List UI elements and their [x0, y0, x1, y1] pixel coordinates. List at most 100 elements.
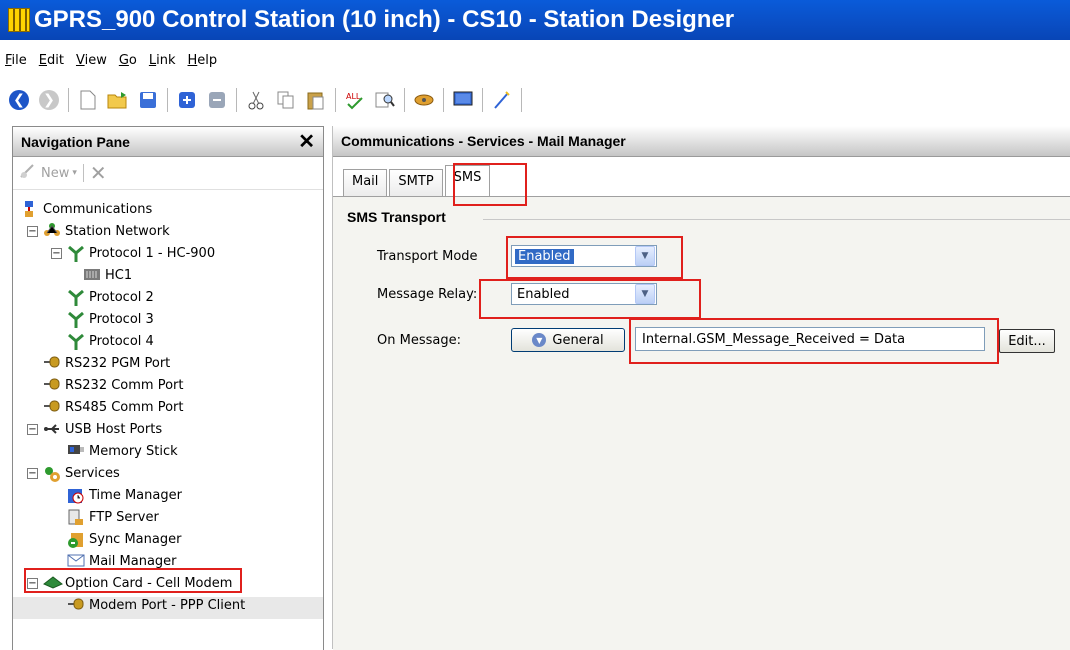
monitor-icon[interactable] [452, 89, 474, 111]
protocol-icon [67, 245, 85, 262]
wand-icon[interactable] [491, 89, 513, 111]
find-icon[interactable] [374, 89, 396, 111]
title-bar: GPRS_900 Control Station (10 inch) - CS1… [0, 0, 1070, 40]
chevron-down-icon[interactable]: ▼ [635, 246, 655, 266]
tab-sms[interactable]: SMS [444, 165, 491, 196]
back-icon[interactable]: ❮ [8, 89, 30, 111]
sms-tab-panel: SMS Transport Transport Mode Enabled ▼ M… [333, 196, 1070, 650]
tree-item-mail-manager[interactable]: Mail Manager [67, 550, 177, 572]
tree-item-rs485-comm-port[interactable]: RS485 Comm Port [43, 396, 184, 418]
ftp-server-icon [67, 509, 85, 525]
tab-smtp[interactable]: SMTP [389, 169, 443, 196]
cut-icon[interactable] [245, 89, 267, 111]
tree-item-hc1[interactable]: HC1 [83, 264, 132, 286]
menu-view[interactable]: View [71, 53, 114, 68]
tree-item-label: RS232 PGM Port [65, 355, 171, 371]
tree-item-ftp-server[interactable]: FTP Server [67, 506, 159, 528]
menu-help[interactable]: Help [183, 53, 225, 68]
open-icon[interactable] [107, 89, 129, 111]
tree-item-label: Memory Stick [89, 443, 178, 459]
general-button-label: General [552, 332, 604, 348]
tree-item-label: USB Host Ports [65, 421, 163, 437]
group-divider [483, 219, 1070, 220]
transport-mode-value: Enabled [515, 248, 574, 264]
message-relay-select[interactable]: Enabled ▼ [511, 283, 657, 305]
menu-file[interactable]: File [0, 53, 34, 68]
tree-item-label: FTP Server [89, 509, 159, 525]
port-icon [43, 355, 61, 371]
import-icon[interactable] [176, 89, 198, 111]
tree-item-protocol-3[interactable]: Protocol 3 [67, 308, 154, 330]
tree-item-rs232-pgm-port[interactable]: RS232 PGM Port [43, 352, 170, 374]
toolbar-separator [167, 88, 168, 112]
toolbar-separator [482, 88, 483, 112]
transport-mode-label: Transport Mode [377, 249, 478, 264]
tree-item-protocol-2[interactable]: Protocol 2 [67, 286, 154, 308]
tree-item-option-card-cell-modem[interactable]: Option Card - Cell Modem [43, 572, 232, 594]
navigation-pane-title: Navigation Pane [21, 133, 130, 150]
transport-mode-select[interactable]: Enabled ▼ [511, 245, 657, 267]
save-icon[interactable] [137, 89, 159, 111]
tree-item-label: Station Network [65, 223, 170, 239]
protocol-icon [67, 289, 85, 306]
tree-item-label: Services [65, 465, 120, 481]
tree-item-label: Protocol 3 [89, 311, 154, 327]
tree-item-label: Modem Port - PPP Client [89, 597, 246, 613]
general-category-button[interactable]: ▼ General [511, 328, 625, 352]
window-title: GPRS_900 Control Station (10 inch) - CS1… [34, 6, 735, 33]
content-pane: Communications - Services - Mail Manager… [332, 126, 1070, 650]
new-item-icon[interactable] [19, 163, 37, 183]
on-message-expression-field[interactable]: Internal.GSM_Message_Received = Data [635, 327, 985, 351]
tree-item-time-manager[interactable]: Time Manager [67, 484, 182, 506]
message-relay-value: Enabled [517, 286, 570, 302]
tree-item-usb-host-ports[interactable]: USB Host Ports [43, 418, 162, 440]
tree-item-protocol-1[interactable]: Protocol 1 - HC-900 [67, 242, 215, 264]
tree-item-rs232-comm-port[interactable]: RS232 Comm Port [43, 374, 184, 396]
communications-icon [21, 201, 39, 217]
chevron-down-icon[interactable]: ▾ [72, 168, 77, 178]
menu-go[interactable]: Go [114, 53, 144, 68]
collapse-icon[interactable]: − [51, 248, 62, 259]
tree-item-label: Communications [43, 201, 153, 217]
tree-item-label: Protocol 1 - HC-900 [89, 245, 216, 261]
close-icon[interactable]: ✕ [298, 129, 315, 154]
collapse-icon[interactable]: − [27, 468, 38, 479]
message-relay-label: Message Relay: [377, 287, 478, 302]
tree-item-memory-stick[interactable]: Memory Stick [67, 440, 178, 462]
tree-item-label: Protocol 4 [89, 333, 154, 349]
tree-item-protocol-4[interactable]: Protocol 4 [67, 330, 154, 352]
menu-link[interactable]: Link [144, 53, 183, 68]
collapse-icon[interactable]: − [27, 226, 38, 237]
on-message-label: On Message: [377, 333, 461, 348]
toolbar-separator [521, 88, 522, 112]
port-icon [43, 399, 61, 415]
link-icon[interactable] [413, 89, 435, 111]
collapse-icon[interactable]: − [27, 424, 38, 435]
toolbar-separator [236, 88, 237, 112]
chevron-down-icon: ▼ [532, 333, 547, 347]
menu-bar: File Edit View Go Link Help [0, 48, 224, 72]
tree-item-communications[interactable]: Communications [21, 198, 152, 220]
forward-icon[interactable]: ❯ [38, 89, 60, 111]
tree-item-label: RS485 Comm Port [65, 399, 184, 415]
tree-item-services[interactable]: Services [43, 462, 120, 484]
collapse-icon[interactable]: − [27, 578, 38, 589]
new-icon[interactable] [77, 89, 99, 111]
tree-item-station-network[interactable]: Station Network [43, 220, 170, 242]
edit-button[interactable]: Edit... [999, 329, 1055, 353]
copy-icon[interactable] [275, 89, 297, 111]
protocol-icon [67, 311, 85, 328]
tree-item-sync-manager[interactable]: Sync Manager [67, 528, 181, 550]
tree-item-label: RS232 Comm Port [65, 377, 184, 393]
delete-icon[interactable]: ✕ [90, 161, 107, 185]
port-icon [67, 597, 85, 613]
menu-edit[interactable]: Edit [34, 53, 71, 68]
new-button[interactable]: New [41, 166, 69, 181]
device-icon [83, 267, 101, 283]
tree-item-modem-port[interactable]: Modem Port - PPP Client [67, 594, 245, 616]
chevron-down-icon[interactable]: ▼ [635, 284, 655, 304]
tab-mail[interactable]: Mail [343, 169, 388, 196]
spellcheck-icon[interactable]: ALL [344, 89, 366, 111]
paste-icon[interactable] [305, 89, 327, 111]
export-icon[interactable] [206, 89, 228, 111]
